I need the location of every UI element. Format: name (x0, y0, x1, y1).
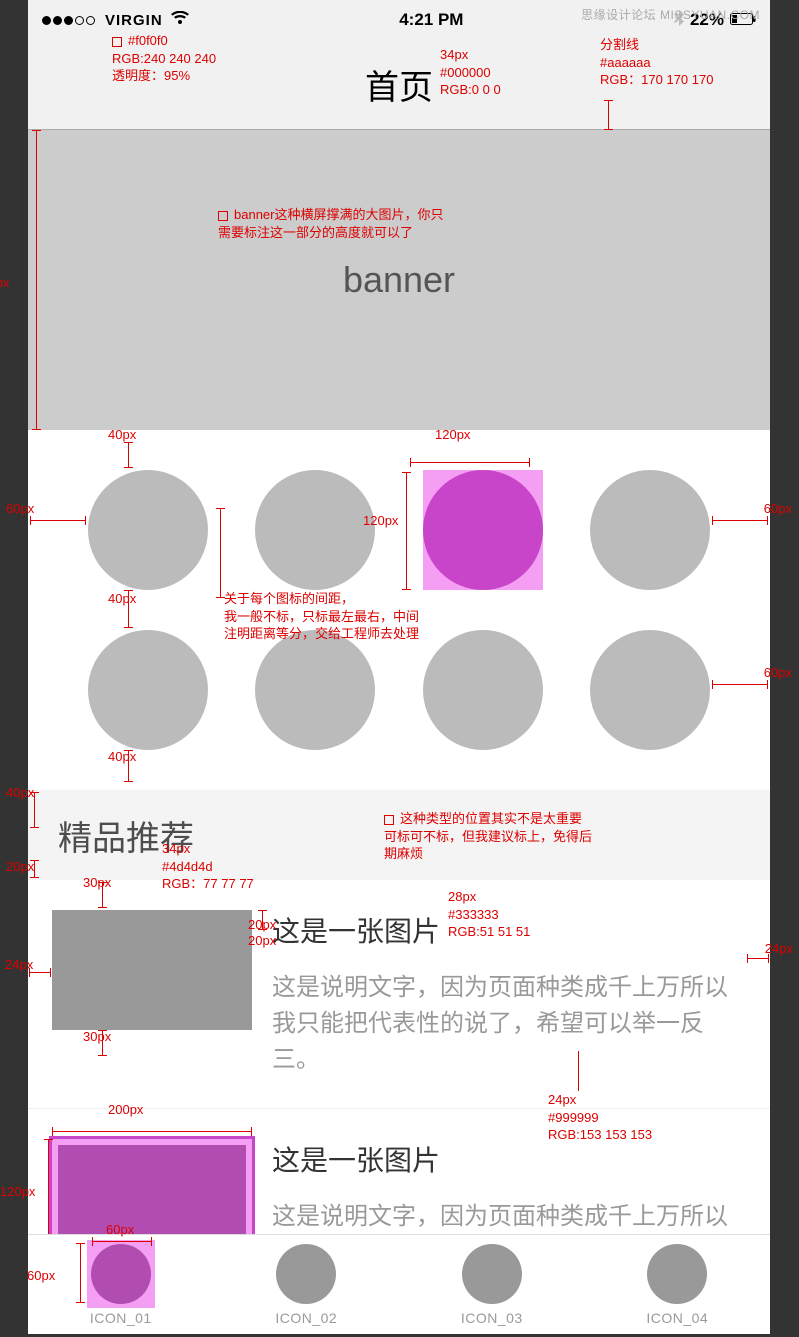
item-title: 这是一张图片 (272, 1139, 746, 1179)
ann-sec-note: 这种类型的位置其实不是太重要 可标可不标，但我建议标上，免得后 期麻烦 (384, 810, 592, 863)
ann-pad-60-r2: 60px (764, 664, 792, 682)
nav-header: 首页 #f0f0f0 RGB:240 240 240 透明度：95% 34px … (28, 40, 770, 130)
ann-gap-40-bot: 40px (108, 748, 136, 766)
ann-thumb-h: 120px (0, 1183, 35, 1201)
grid-icon[interactable] (255, 470, 375, 590)
section-title: 精品推荐 (58, 811, 194, 860)
section-header: 精品推荐 40px 20px 34px #4d4d4d RGB：77 77 77… (28, 790, 770, 880)
tab-icon (462, 1244, 522, 1304)
ann-header-color: #f0f0f0 RGB:240 240 240 透明度：95% (112, 32, 216, 85)
grid-icon[interactable] (423, 630, 543, 750)
tab-bar: ICON_01 ICON_02 ICON_03 ICON_04 60px 60p… (28, 1234, 770, 1334)
ann-banner-h: 300px (0, 274, 9, 292)
ann-title-spec: 34px #000000 RGB:0 0 0 (440, 46, 501, 99)
tab-item[interactable]: ICON_03 (461, 1244, 523, 1326)
grid-icon[interactable] (255, 630, 375, 750)
ann-pad-60-r1: 60px (764, 500, 792, 518)
clock-label: 4:21 PM (399, 10, 463, 30)
thumb (52, 910, 252, 1030)
icon-grid: 40px 60px 60px 120px 120px 40px 关于每个图标的间… (28, 430, 770, 790)
page-title: 首页 (365, 60, 433, 109)
wifi-icon (171, 11, 189, 29)
ann-item-pad-bot: 30px (83, 1028, 111, 1046)
ann-pad-60-l: 60px (6, 500, 34, 518)
ann-item-pad-r: 24px (765, 940, 793, 958)
ann-tab-h: 60px (27, 1267, 55, 1285)
signal-dots-icon (42, 12, 97, 29)
grid-icon-highlight[interactable] (423, 470, 543, 590)
ann-item-pad-l: 24px (5, 956, 33, 974)
tab-icon (276, 1244, 336, 1304)
item-desc: 这是说明文字，因为页面种类成千上万所以我只能把代表性的说了，希望可以举一反三。 (272, 970, 746, 1078)
watermark: 思缘设计论坛 MISSYUAN.COM (581, 6, 760, 23)
tab-icon (91, 1244, 151, 1304)
ann-banner-note: banner这种横屏撑满的大图片，你只 需要标注这一部分的高度就可以了 (218, 206, 443, 241)
tab-label: ICON_03 (461, 1310, 523, 1326)
grid-icon[interactable] (88, 470, 208, 590)
tab-label: ICON_02 (275, 1310, 337, 1326)
grid-icon[interactable] (590, 470, 710, 590)
list-item[interactable]: 这是一张图片 这是说明文字，因为页面种类成千上万所以我只能把代表性的说了，希望可… (28, 880, 770, 1109)
tab-item[interactable]: ICON_02 (275, 1244, 337, 1326)
grid-icon[interactable] (88, 630, 208, 750)
tab-item[interactable]: ICON_01 (90, 1244, 152, 1326)
ann-gap-40-mid: 40px (108, 590, 136, 608)
banner[interactable]: banner banner这种横屏撑满的大图片，你只 需要标注这一部分的高度就可… (28, 130, 770, 430)
tab-item[interactable]: ICON_04 (646, 1244, 708, 1326)
tab-label: ICON_04 (646, 1310, 708, 1326)
ann-divider-spec: 分割线 #aaaaaa RGB：170 170 170 (600, 36, 713, 89)
grid-icon[interactable] (590, 630, 710, 750)
tab-icon (647, 1244, 707, 1304)
ann-sec-bot-20: 20px (6, 858, 34, 876)
banner-label: banner (343, 259, 455, 301)
carrier-label: VIRGIN (105, 12, 163, 29)
item-title: 这是一张图片 (272, 910, 746, 950)
tab-label: ICON_01 (90, 1310, 152, 1326)
